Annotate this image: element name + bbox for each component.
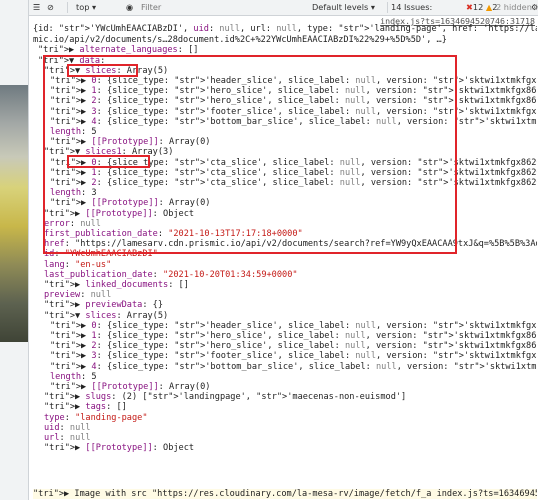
- log-levels-dropdown[interactable]: Default levels ▾: [312, 0, 382, 15]
- console-line: length: 5: [50, 371, 97, 382]
- console-line[interactable]: "tri">▶ Image with src "https://res.clou…: [33, 489, 537, 500]
- console-line[interactable]: "tri">▶ previewData: {}: [44, 300, 537, 310]
- console-line: uid: null: [44, 422, 91, 433]
- page-hero-image: [0, 85, 28, 342]
- context-label: top: [76, 2, 90, 12]
- issues-button[interactable]: 14 Issues:: [391, 0, 461, 15]
- console-toolbar: ☰ ⊘ top ▾ ◉ Filter Default levels ▾ 14 I…: [29, 0, 538, 16]
- console-line: type: "landing-page": [44, 412, 148, 423]
- highlight-box-slices: [67, 64, 138, 77]
- clear-console-icon[interactable]: ⊘: [47, 0, 54, 15]
- live-expression-eye-icon[interactable]: ◉: [126, 0, 138, 15]
- console-line[interactable]: "tri">▶ linked_documents: []: [44, 280, 537, 290]
- console-line[interactable]: "tri">▶ 3: {slice_type: "str">'footer_sl…: [50, 351, 537, 361]
- console-line: preview: null: [44, 290, 112, 301]
- console-line[interactable]: "tri">▶ 0: {slice_type: "str">'header_sl…: [50, 321, 537, 331]
- error-count: 12: [472, 2, 484, 12]
- sidebar-toggle-icon[interactable]: ☰: [33, 0, 40, 15]
- console-line[interactable]: "tri">▶ slugs: (2) ["str">'landingpage',…: [44, 392, 537, 402]
- console-line[interactable]: "tri">▶ 1: {slice_type: "str">'hero_slic…: [50, 331, 537, 341]
- devtools-console-panel: ☰ ⊘ top ▾ ◉ Filter Default levels ▾ 14 I…: [28, 0, 538, 500]
- console-line[interactable]: "tri">▶ 4: {slice_type: "str">'bottom_ba…: [50, 362, 537, 372]
- console-line[interactable]: "tri">▼ slices: Array(5): [44, 311, 537, 321]
- console-line[interactable]: "tri">▶ [[Prototype]]: Array(0): [50, 382, 537, 392]
- console-line[interactable]: "tri">▶ [[Prototype]]: Object: [44, 443, 537, 453]
- console-line[interactable]: "tri">▶ tags: []: [44, 402, 537, 412]
- gear-icon[interactable]: ⚙: [531, 0, 538, 15]
- log-levels-label: Default levels: [312, 2, 369, 12]
- highlight-box-slices1: [67, 155, 150, 168]
- hidden-count: 2 hidden: [496, 2, 532, 12]
- issue-counts[interactable]: ✖12 ▲2: [466, 0, 497, 15]
- console-line: last_publication_date: "2021-10-20T01:34…: [44, 269, 298, 280]
- log-object-summary: {id: "str">'YWcUmhEAACIABzDI', uid: null…: [33, 24, 537, 34]
- console-line: url: null: [44, 433, 91, 443]
- context-select[interactable]: top ▾: [76, 0, 116, 15]
- console-line: mic.io/api/v2/documents/s…28document.id%…: [33, 35, 447, 46]
- toolbar-divider: [387, 2, 388, 13]
- filter-input[interactable]: Filter: [141, 0, 301, 15]
- error-icon: ✖: [466, 2, 473, 12]
- console-line[interactable]: "tri">▶ 2: {slice_type: "str">'hero_slic…: [50, 341, 537, 351]
- toolbar-divider: [67, 2, 68, 13]
- console-line: lang: "en-us": [44, 259, 112, 270]
